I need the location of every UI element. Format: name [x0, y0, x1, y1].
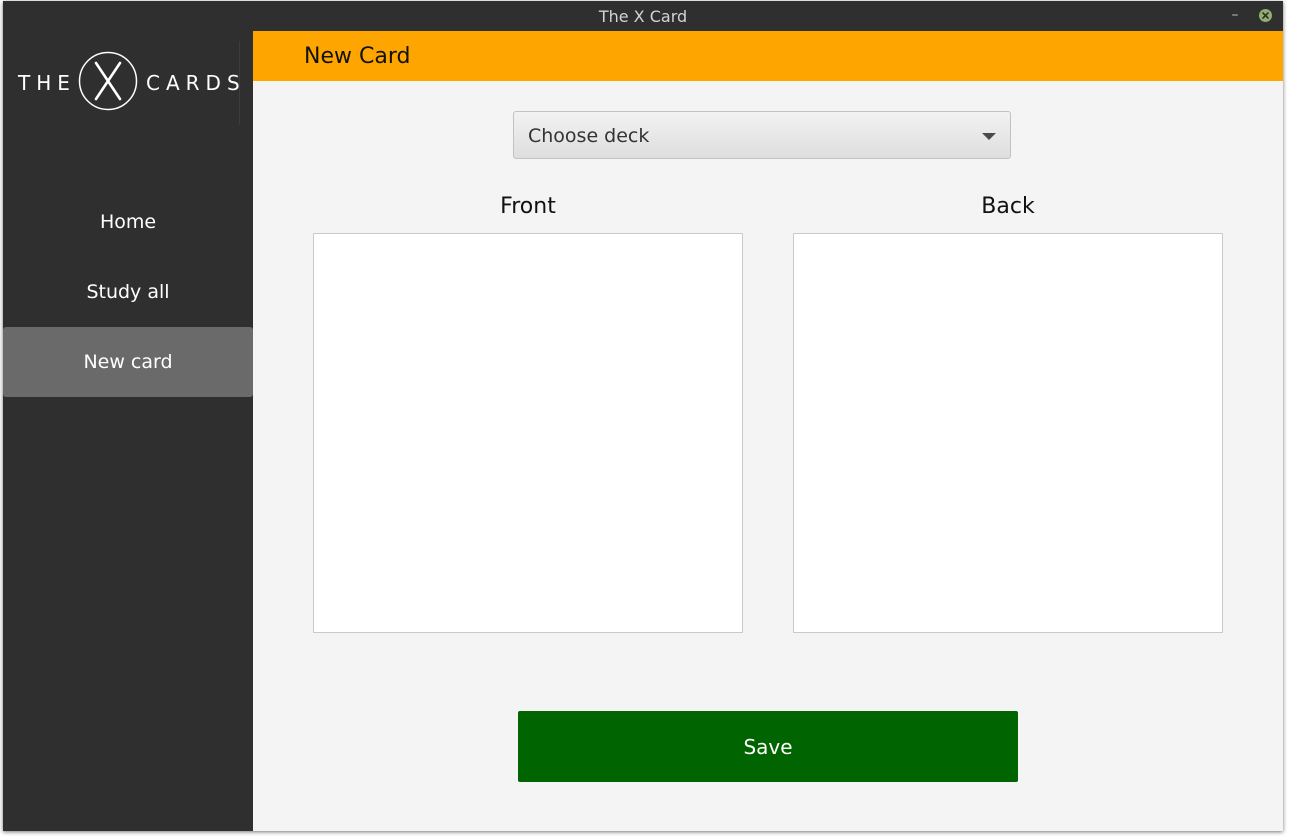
minimize-icon[interactable]: –: [1229, 8, 1241, 22]
main-content: New Card Choose deck Front Back Save: [253, 31, 1283, 831]
save-button[interactable]: Save: [518, 711, 1018, 782]
page-header: New Card: [253, 31, 1283, 81]
front-text-area[interactable]: [313, 233, 743, 633]
deck-select[interactable]: Choose deck: [513, 111, 1011, 159]
chevron-down-icon: [982, 133, 996, 140]
back-text-area[interactable]: [793, 233, 1223, 633]
logo-word-cards: CARDS: [146, 71, 246, 95]
logo-word-the: THE: [18, 71, 76, 95]
sidebar-item-new-card[interactable]: New card: [3, 327, 253, 397]
window-title: The X Card: [598, 7, 688, 26]
sidebar-item-study-all[interactable]: Study all: [3, 257, 253, 327]
deck-select-value: Choose deck: [528, 125, 650, 147]
page-title: New Card: [304, 44, 411, 69]
front-label: Front: [500, 194, 556, 219]
back-label: Back: [981, 194, 1035, 219]
sidebar-item-home[interactable]: Home: [3, 187, 253, 257]
logo-x-mark: [78, 51, 138, 111]
app-window: The X Card – THE CARDS Home Study all Ne…: [3, 1, 1283, 831]
app-logo: THE CARDS: [16, 41, 241, 125]
logo-divider: [239, 41, 240, 125]
sidebar: THE CARDS Home Study all New card: [3, 31, 253, 831]
close-icon[interactable]: [1259, 9, 1272, 22]
title-bar[interactable]: The X Card –: [3, 1, 1283, 31]
